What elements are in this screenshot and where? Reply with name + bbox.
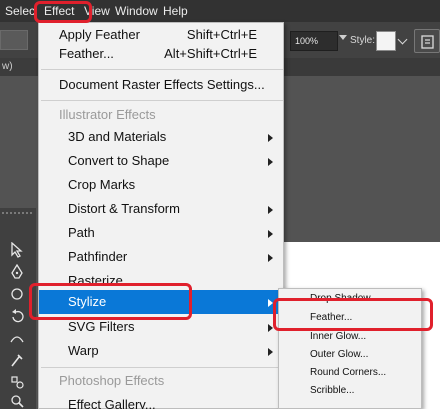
submenu-item-round-corners[interactable]: Round Corners... xyxy=(279,364,423,382)
rotate-tool[interactable] xyxy=(4,306,34,328)
menu-item-label: Pathfinder xyxy=(68,249,128,264)
menu-item-label: Distort & Transform xyxy=(68,201,180,216)
blend-icon xyxy=(11,376,24,389)
submenu-arrow-icon xyxy=(268,348,273,356)
document-setup-icon xyxy=(421,35,434,49)
zoom-icon xyxy=(11,395,24,408)
submenu-item-feather[interactable]: Feather... xyxy=(279,309,423,327)
menu-item-label: Path xyxy=(68,225,95,240)
menu-item-label: Stylize xyxy=(68,294,107,309)
section-label: Photoshop Effects xyxy=(59,373,165,388)
menu-item-pathfinder[interactable]: Pathfinder xyxy=(39,245,285,269)
submenu-item-label: Scribble... xyxy=(310,385,355,396)
style-label: Style: xyxy=(350,35,376,46)
rotate-icon xyxy=(12,309,24,323)
menu-help[interactable]: Help xyxy=(163,0,188,22)
menu-item-svg-filters[interactable]: SVG Filters xyxy=(39,315,285,339)
submenu-item-label: Outer Glow... xyxy=(310,349,369,360)
submenu-arrow-icon xyxy=(268,230,273,238)
chevron-down-icon[interactable] xyxy=(339,35,347,40)
menu-separator xyxy=(41,367,283,368)
eyedropper-icon xyxy=(11,354,23,367)
submenu-arrow-icon xyxy=(268,299,273,307)
zoom-tool[interactable] xyxy=(4,392,34,409)
direct-selection-tool[interactable] xyxy=(4,240,34,262)
width-tool[interactable] xyxy=(4,328,34,350)
submenu-item-scribble[interactable]: Scribble... xyxy=(279,382,423,400)
submenu-item-drop-shadow[interactable]: Drop Shadow... xyxy=(279,290,423,308)
submenu-arrow-icon xyxy=(268,254,273,262)
graphic-style-swatch[interactable] xyxy=(376,31,396,51)
menu-item-feather[interactable]: Feather... Alt+Shift+Ctrl+E xyxy=(39,42,285,66)
document-setup-button[interactable] xyxy=(414,29,440,53)
menu-item-convert-to-shape[interactable]: Convert to Shape xyxy=(39,149,285,173)
menu-item-label: Effect Gallery... xyxy=(68,397,156,409)
menu-view[interactable]: View xyxy=(84,0,110,22)
menu-item-document-raster-effects-settings[interactable]: Document Raster Effects Settings... xyxy=(39,73,285,97)
panel-grip[interactable] xyxy=(2,212,32,218)
menu-item-label: Feather... xyxy=(59,46,114,61)
opacity-field[interactable]: 100% xyxy=(290,31,338,51)
menu-window[interactable]: Window xyxy=(115,0,158,22)
menu-item-label: Crop Marks xyxy=(68,177,136,192)
menu-item-label: Document Raster Effects Settings... xyxy=(59,77,265,92)
menu-select[interactable]: Selec xyxy=(5,0,35,22)
menu-item-warp[interactable]: Warp xyxy=(39,339,285,363)
submenu-item-label: Round Corners... xyxy=(310,367,387,378)
menu-item-shortcut: Alt+Shift+Ctrl+E xyxy=(164,46,257,61)
chevron-down-icon[interactable] xyxy=(397,34,408,45)
width-icon xyxy=(10,336,24,343)
pen-icon xyxy=(11,264,23,279)
curvature-tool[interactable] xyxy=(4,284,34,306)
menu-item-stylize[interactable]: Stylize xyxy=(39,290,285,314)
document-tab[interactable]: w) xyxy=(0,58,36,76)
menu-separator xyxy=(41,69,283,70)
eyedropper-tool[interactable] xyxy=(4,350,34,372)
effect-menu: Apply Feather Shift+Ctrl+E Feather... Al… xyxy=(38,22,285,409)
submenu-arrow-icon xyxy=(268,206,273,214)
direct-selection-icon xyxy=(11,242,23,258)
menu-item-effect-gallery[interactable]: Effect Gallery... xyxy=(39,393,285,409)
submenu-arrow-icon xyxy=(268,324,273,332)
blend-tool[interactable] xyxy=(4,372,34,394)
submenu-item-label: Drop Shadow... xyxy=(310,293,379,304)
curvature-icon xyxy=(11,288,23,300)
stylize-submenu: Drop Shadow... Feather... Inner Glow... … xyxy=(278,288,422,409)
submenu-arrow-icon xyxy=(268,134,273,142)
submenu-item-label: Feather... xyxy=(310,312,353,323)
section-label: Illustrator Effects xyxy=(59,107,156,122)
submenu-item-outer-glow[interactable]: Outer Glow... xyxy=(279,346,423,364)
menu-bar: Selec Effect View Window Help xyxy=(0,0,440,22)
menu-item-crop-marks[interactable]: Crop Marks xyxy=(39,173,285,197)
menu-item-label: 3D and Materials xyxy=(68,129,167,144)
section-header-photoshop-effects: Photoshop Effects xyxy=(39,369,285,393)
menu-item-3d-and-materials[interactable]: 3D and Materials xyxy=(39,125,285,149)
pen-tool[interactable] xyxy=(4,262,34,284)
menu-effect[interactable]: Effect xyxy=(44,0,74,22)
section-header-illustrator-effects: Illustrator Effects xyxy=(39,103,285,127)
tools-panel xyxy=(0,208,36,409)
menu-item-distort-transform[interactable]: Distort & Transform xyxy=(39,197,285,221)
submenu-arrow-icon xyxy=(268,158,273,166)
menu-item-label: SVG Filters xyxy=(68,319,135,334)
control-bar-field[interactable] xyxy=(0,30,28,50)
menu-separator xyxy=(41,100,283,101)
submenu-item-label: Inner Glow... xyxy=(310,331,367,342)
menu-item-label: Warp xyxy=(68,343,99,358)
submenu-item-inner-glow[interactable]: Inner Glow... xyxy=(279,328,423,346)
menu-item-path[interactable]: Path xyxy=(39,221,285,245)
menu-item-label: Convert to Shape xyxy=(68,153,170,168)
